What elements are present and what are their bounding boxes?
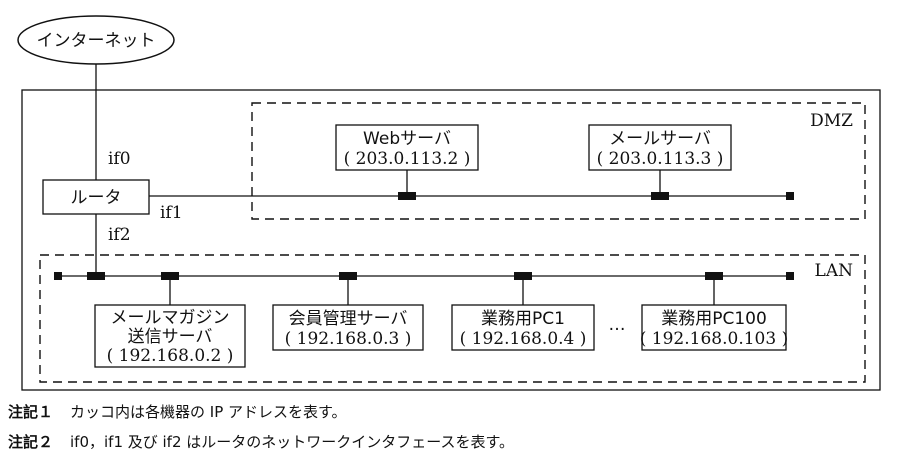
mailmag-server-name-1: メールマガジン: [111, 308, 230, 328]
pc1-name: 業務用PC1: [481, 309, 565, 329]
note-2-text: if0，if1 及び if2 はルータのネットワークインタフェースを表す。: [70, 433, 515, 451]
pc-range-ellipsis: …: [609, 315, 626, 335]
note-2: 注記２ if0，if1 及び if2 はルータのネットワークインタフェースを表す。: [8, 427, 888, 457]
pc1-ip: ( 192.168.0.4 ): [460, 329, 587, 349]
internet-label: インターネット: [37, 31, 156, 51]
notes: 注記１ カッコ内は各機器の IP アドレスを表す。 注記２ if0，if1 及び i…: [8, 397, 888, 457]
mail-server-name: メールサーバ: [609, 129, 711, 149]
router-lan-port: [87, 272, 105, 280]
member-server-ip: ( 192.168.0.3 ): [285, 329, 412, 349]
dmz-bus-end: [786, 192, 794, 200]
mailmag-server-name-2: 送信サーバ: [128, 327, 213, 347]
member-server-name: 会員管理サーバ: [289, 309, 408, 329]
dmz-label: DMZ: [810, 111, 853, 131]
web-server-port: [398, 192, 416, 200]
mailmag-server-ip: ( 192.168.0.2 ): [107, 346, 234, 366]
member-server-port: [339, 272, 357, 280]
router-label: ルータ: [71, 188, 122, 208]
note-1: 注記１ カッコ内は各機器の IP アドレスを表す。: [8, 397, 888, 427]
note-2-label: 注記２: [8, 433, 54, 451]
if1-label: if1: [160, 203, 183, 223]
network-diagram: インターネット ルータ if0 if1 if2 DMZ Webサーバ ( 203…: [17, 15, 881, 391]
lan-bus-end: [786, 272, 794, 280]
mailmag-server-port: [161, 272, 179, 280]
mail-server-port: [651, 192, 669, 200]
pc100-port: [705, 272, 723, 280]
if2-label: if2: [108, 225, 131, 245]
note-1-text: カッコ内は各機器の IP アドレスを表す。: [70, 403, 347, 421]
pc100-name: 業務用PC100: [661, 309, 767, 329]
pc1-port: [514, 272, 532, 280]
note-1-label: 注記１: [8, 403, 54, 421]
if0-label: if0: [108, 149, 131, 169]
pc100-ip: ( 192.168.0.103 ): [640, 329, 788, 349]
lan-bus-start: [54, 272, 62, 280]
mail-server-ip: ( 203.0.113.3 ): [597, 149, 724, 169]
lan-label: LAN: [815, 261, 854, 281]
web-server-name: Webサーバ: [363, 129, 451, 149]
web-server-ip: ( 203.0.113.2 ): [344, 149, 471, 169]
